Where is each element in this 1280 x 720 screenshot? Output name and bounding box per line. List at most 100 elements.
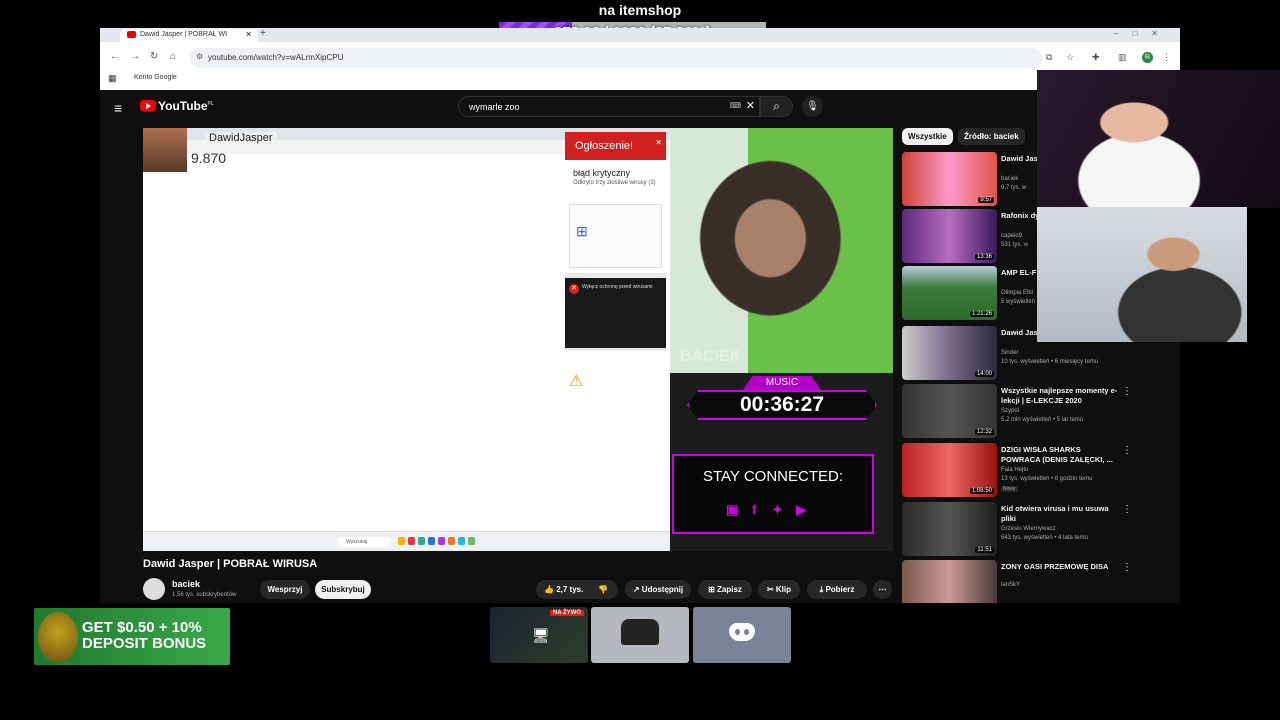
video-channel: Szypol xyxy=(1001,408,1020,414)
goal-title: na itemshop xyxy=(598,2,682,18)
channel-avatar[interactable] xyxy=(143,578,165,600)
download-icon: ⤓ xyxy=(819,585,824,594)
bookmark-google-account[interactable]: Konto Google xyxy=(134,74,177,81)
download-button[interactable]: ⤓ Pobierz xyxy=(807,580,867,599)
browser-tab-title: Dawid Jasper | POBRAŁ WI xyxy=(140,31,228,38)
more-options-icon[interactable]: ⋮ xyxy=(1122,562,1132,573)
video-thumbnail[interactable] xyxy=(902,560,997,603)
bookmark-star-icon[interactable]: ☆ xyxy=(1066,52,1074,63)
share-button[interactable]: ↗ Udostępnij xyxy=(625,580,691,599)
video-title[interactable]: ZONY GASI PRZEMOWĘ DISA xyxy=(1001,562,1121,572)
video-duration: 1:21:26 xyxy=(969,311,994,317)
youtube-logo[interactable]: YouTubePL xyxy=(140,99,214,113)
reload-icon[interactable]: ↻ xyxy=(150,51,158,62)
video-thumbnail[interactable]: 13:36 xyxy=(902,209,997,263)
video-channel: ianSkY xyxy=(1001,582,1021,588)
browser-menu-icon[interactable]: ⋮ xyxy=(1162,52,1171,63)
clear-search-icon[interactable]: ✕ xyxy=(746,99,755,112)
recommended-video[interactable]: 12:32 Wszystkie najlepsze momenty e- lek… xyxy=(902,384,1152,440)
captured-taskbar: Wyszukaj xyxy=(143,531,670,551)
new-tab-icon[interactable]: + xyxy=(260,28,266,39)
forward-icon[interactable]: → xyxy=(130,51,140,62)
sidebar-icon[interactable]: ▥ xyxy=(1118,52,1127,63)
hamburger-menu-icon[interactable]: ≡ xyxy=(114,100,122,116)
recommended-video[interactable]: 1:08:50 DZIGI WISŁA SHARKS POWRACA (DENI… xyxy=(902,443,1152,499)
taskbar-app-icon xyxy=(408,537,415,545)
video-title[interactable]: Wszystkie najlepsze momenty e- lekcji | … xyxy=(1001,386,1121,406)
discord-preview[interactable] xyxy=(693,607,791,663)
video-title[interactable]: DZIGI WISŁA SHARKS POWRACA (DENIS ZAŁĘCK… xyxy=(1001,445,1121,465)
profile-avatar[interactable]: R xyxy=(1142,52,1153,63)
discord-icon xyxy=(729,623,755,641)
browser-tab-active[interactable]: Dawid Jasper | POBRAŁ WI ✕ xyxy=(120,29,258,42)
search-input[interactable]: wymarle zoo ⌨ ✕ xyxy=(458,96,760,117)
car-preview[interactable] xyxy=(591,607,689,663)
like-button[interactable]: 👍 2,7 tys. 👎 xyxy=(536,580,618,599)
channel-name[interactable]: baciek xyxy=(172,579,200,589)
support-button[interactable]: Wesprzyj xyxy=(260,580,310,599)
video-title[interactable]: Kid otwiera virusa i mu usuwa pliki xyxy=(1001,504,1121,524)
video-thumbnail[interactable]: 12:32 xyxy=(902,384,997,438)
site-info-icon[interactable]: ⚙ xyxy=(196,52,203,61)
voice-search-button[interactable]: 🎙 xyxy=(802,96,823,117)
tab-close-icon[interactable]: ✕ xyxy=(245,30,252,39)
navigation-bar: ← → ↻ ⌂ ⚙ youtube.com/watch?v=wALrmXipCP… xyxy=(100,44,1180,70)
channel-subscribers: 1,56 tys. subskrybentów xyxy=(172,592,237,598)
clip-button[interactable]: ✂ Klip xyxy=(758,580,800,599)
video-player[interactable]: DawidJasper 9.870 Ogłoszenie! ✕ błąd kry… xyxy=(143,128,893,551)
window-controls-icon[interactable]: –□✕ xyxy=(1114,29,1172,38)
video-meta: 531 tys. w xyxy=(1001,242,1029,248)
more-options-icon[interactable]: ⋮ xyxy=(1122,504,1132,515)
twitch-icon: ▣ xyxy=(726,502,739,517)
clip-label: Klip xyxy=(775,585,792,594)
thumbs-up-icon: 👍 xyxy=(544,585,554,594)
video-meta: 13 tys. wyświetleń • 8 godzin temu xyxy=(1001,476,1093,482)
notification-title: Ogłoszenie! xyxy=(565,132,666,160)
video-channel: capeio9 xyxy=(1001,233,1023,239)
video-title: Dawid Jasper | POBRAŁ WIRUSA xyxy=(143,558,318,570)
search-button[interactable]: ⌕ xyxy=(760,96,793,117)
notification-panel: Ogłoszenie! ✕ błąd krytyczny Odkryto trz… xyxy=(565,132,666,416)
more-options-icon[interactable]: ⋮ xyxy=(1122,445,1132,456)
new-badge: Nowy xyxy=(1001,486,1018,492)
video-thumbnail[interactable]: 1:08:50 xyxy=(902,443,997,497)
scissors-icon: ✂ xyxy=(766,585,774,594)
video-channel: Sinder xyxy=(1001,350,1019,356)
facecam-bottom xyxy=(1037,207,1247,342)
back-icon[interactable]: ← xyxy=(110,51,120,62)
live-stream-preview[interactable]: NA ŻYWO 🖥 xyxy=(490,607,588,663)
install-icon[interactable]: ⧉ xyxy=(1046,52,1052,63)
tab-strip: Dawid Jasper | POBRAŁ WI ✕ + –□✕ xyxy=(100,28,1180,42)
video-duration: 14:00 xyxy=(974,371,994,377)
chip-all[interactable]: Wszystkie xyxy=(902,128,953,145)
taskbar-app-icon xyxy=(418,537,425,545)
share-label: Udostępnij xyxy=(641,585,684,594)
chip-source[interactable]: Źródło: baciek xyxy=(958,128,1025,145)
apps-grid-icon[interactable]: ▦ xyxy=(108,73,117,84)
streamer-mini-cam xyxy=(143,128,187,172)
deposit-bonus-ad[interactable]: GET $0.50 + 10% DEPOSIT BONUS xyxy=(34,608,230,665)
recommended-video[interactable]: 11:51 Kid otwiera virusa i mu usuwa plik… xyxy=(902,502,1152,558)
monitor-icon: 🖥 xyxy=(532,627,550,643)
video-thumbnail[interactable]: 9:57 xyxy=(902,152,997,206)
subscribe-button[interactable]: Subskrybuj xyxy=(315,580,371,599)
streamer-counter: 9.870 xyxy=(191,150,227,166)
youtube-logo-text: YouTube xyxy=(158,99,208,113)
video-thumbnail[interactable]: 1:21:26 xyxy=(902,266,997,320)
extensions-icon[interactable]: ✚ xyxy=(1092,52,1100,63)
video-thumbnail[interactable]: 11:51 xyxy=(902,502,997,556)
address-bar[interactable]: ⚙ youtube.com/watch?v=wALrmXipCPU xyxy=(190,48,1042,68)
home-icon[interactable]: ⌂ xyxy=(170,51,176,62)
keyboard-icon[interactable]: ⌨ xyxy=(729,101,741,110)
critical-error-popup: błąd krytyczny Odkryto trzy złośliwe wir… xyxy=(565,160,666,273)
save-button[interactable]: ⊞ Zapisz xyxy=(698,580,752,599)
more-options-icon[interactable]: ⋮ xyxy=(1122,386,1132,397)
thumbs-down-icon[interactable]: 👎 xyxy=(598,580,608,599)
stay-connected-panel: STAY CONNECTED: ▣ f ✦ ▶ xyxy=(672,454,874,534)
video-thumbnail[interactable]: 14:00 xyxy=(902,326,997,380)
recommended-video[interactable]: ZONY GASI PRZEMOWĘ DISA ianSkY ⋮ xyxy=(902,560,1152,603)
car-icon xyxy=(621,619,659,645)
more-actions-button[interactable]: ⋯ xyxy=(873,580,892,599)
youtube-page: ≡ YouTubePL wymarle zoo ⌨ ✕ ⌕ 🎙 DawidJas… xyxy=(100,90,1180,603)
taskbar-app-icon xyxy=(398,537,405,545)
